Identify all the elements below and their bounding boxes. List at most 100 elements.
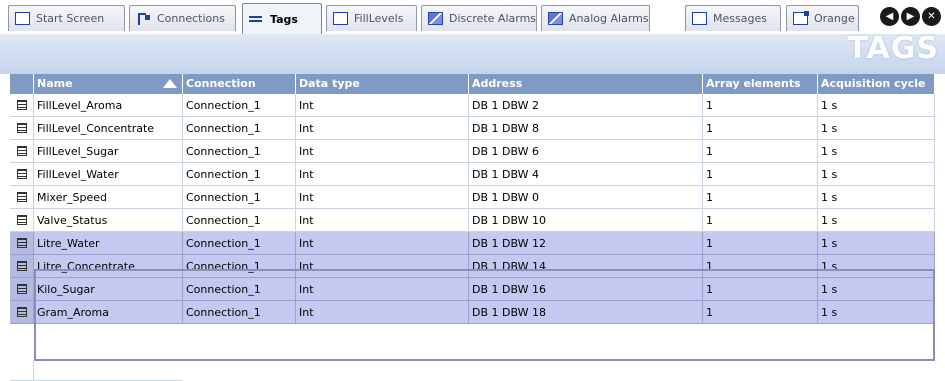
row-header[interactable] <box>10 301 34 324</box>
cell-connection[interactable]: Connection_1 <box>183 117 296 140</box>
cell-array-elements[interactable]: 1 <box>703 117 818 140</box>
cell-acquisition-cycle[interactable]: 1 s <box>818 186 935 209</box>
cell-connection[interactable]: Connection_1 <box>183 301 296 324</box>
column-header-name[interactable]: Name <box>34 74 183 94</box>
cell-address[interactable]: DB 1 DBW 6 <box>469 140 703 163</box>
cell-name[interactable]: FillLevel_Aroma <box>34 94 183 117</box>
cell-data-type[interactable]: Int <box>296 186 469 209</box>
cell-address[interactable]: DB 1 DBW 14 <box>469 255 703 278</box>
table-row[interactable]: FillLevel_Concentrate Connection_1 Int DB 1… <box>10 117 935 140</box>
tab-messages[interactable]: Messages <box>685 5 781 31</box>
cell-connection[interactable]: Connection_1 <box>183 94 296 117</box>
cell-acquisition-cycle[interactable]: 1 s <box>818 163 935 186</box>
cell-connection[interactable]: Connection_1 <box>183 186 296 209</box>
tab-orange[interactable]: Orange <box>786 5 859 31</box>
cell-connection[interactable]: Connection_1 <box>183 209 296 232</box>
scroll-tabs-right-button[interactable]: ▶ <box>901 7 920 26</box>
cell-acquisition-cycle[interactable]: 1 s <box>818 255 935 278</box>
cell-data-type[interactable]: Int <box>296 117 469 140</box>
cell-address[interactable]: DB 1 DBW 0 <box>469 186 703 209</box>
cell-array-elements[interactable]: 1 <box>703 278 818 301</box>
column-header-array-elements[interactable]: Array elements <box>703 74 818 94</box>
tab-start-screen[interactable]: Start Screen <box>8 5 125 31</box>
cell-data-type[interactable]: Int <box>296 94 469 117</box>
tab-discrete-alarms[interactable]: Discrete Alarms <box>421 5 537 31</box>
table-row[interactable]: FillLevel_Aroma Connection_1 Int DB 1 DBW 2… <box>10 94 935 117</box>
cell-connection[interactable]: Connection_1 <box>183 163 296 186</box>
cell-data-type[interactable]: Int <box>296 301 469 324</box>
table-row[interactable]: Litre_Water Connection_1 Int DB 1 DBW 12 1 1 … <box>10 232 935 255</box>
row-header[interactable] <box>10 278 34 301</box>
column-header-address[interactable]: Address <box>469 74 703 94</box>
tab-connections[interactable]: Connections <box>129 5 236 31</box>
row-header[interactable] <box>10 94 34 117</box>
tab-filllevels[interactable]: FillLevels <box>326 5 417 31</box>
table-row[interactable]: Gram_Aroma Connection_1 Int DB 1 DBW 18 1 1 s <box>10 301 935 324</box>
table-row[interactable]: Valve_Status Connection_1 Int DB 1 DBW 10 1 1… <box>10 209 935 232</box>
cell-acquisition-cycle[interactable]: 1 s <box>818 140 935 163</box>
cell-data-type[interactable]: Int <box>296 140 469 163</box>
cell-connection[interactable]: Connection_1 <box>183 255 296 278</box>
row-header[interactable] <box>10 117 34 140</box>
scroll-tabs-left-button[interactable]: ◀ <box>880 7 899 26</box>
column-header-connection[interactable]: Connection <box>183 74 296 94</box>
cell-name[interactable]: Valve_Status <box>34 209 183 232</box>
cell-name[interactable]: FillLevel_Sugar <box>34 140 183 163</box>
row-header[interactable] <box>10 163 34 186</box>
cell-array-elements[interactable]: 1 <box>703 94 818 117</box>
cell-data-type[interactable]: Int <box>296 255 469 278</box>
cell-address[interactable]: DB 1 DBW 4 <box>469 163 703 186</box>
cell-acquisition-cycle[interactable]: 1 s <box>818 232 935 255</box>
table-row[interactable]: Kilo_Sugar Connection_1 Int DB 1 DBW 16 1 1 s <box>10 278 935 301</box>
cell-address[interactable]: DB 1 DBW 12 <box>469 232 703 255</box>
row-header[interactable] <box>10 361 34 381</box>
cell-data-type[interactable]: Int <box>296 163 469 186</box>
cell-array-elements[interactable]: 1 <box>703 232 818 255</box>
table-row[interactable]: Litre_Concentrate Connection_1 Int DB 1 DBW… <box>10 255 935 278</box>
row-header[interactable] <box>10 255 34 278</box>
cell-connection[interactable]: Connection_1 <box>183 140 296 163</box>
tab-analog-alarms[interactable]: Analog Alarms <box>541 5 650 31</box>
cell-acquisition-cycle[interactable]: 1 s <box>818 278 935 301</box>
cell-name[interactable]: Litre_Concentrate <box>34 255 183 278</box>
cell-array-elements[interactable]: 1 <box>703 301 818 324</box>
table-row[interactable]: FillLevel_Water Connection_1 Int DB 1 DBW 4… <box>10 163 935 186</box>
column-header-acquisition-cycle[interactable]: Acquisition cycle <box>818 74 935 94</box>
cell-address[interactable]: DB 1 DBW 16 <box>469 278 703 301</box>
table-row[interactable]: Mixer_Speed Connection_1 Int DB 1 DBW 011 s <box>10 186 935 209</box>
cell-acquisition-cycle[interactable]: 1 s <box>818 209 935 232</box>
cell-data-type[interactable]: Int <box>296 232 469 255</box>
cell-array-elements[interactable]: 1 <box>703 209 818 232</box>
cell-connection[interactable]: Connection_1 <box>183 278 296 301</box>
row-header[interactable] <box>10 232 34 255</box>
table-row[interactable]: FillLevel_Sugar Connection_1 Int DB 1 DBW 6… <box>10 140 935 163</box>
row-header[interactable] <box>10 209 34 232</box>
cell-data-type[interactable]: Int <box>296 278 469 301</box>
cell-acquisition-cycle[interactable]: 1 s <box>818 301 935 324</box>
cell-array-elements[interactable]: 1 <box>703 140 818 163</box>
tab-tags[interactable]: Tags <box>242 3 322 34</box>
cell-acquisition-cycle[interactable]: 1 s <box>818 117 935 140</box>
cell-array-elements[interactable]: 1 <box>703 255 818 278</box>
column-header-data-type[interactable]: Data type <box>296 74 469 94</box>
cell-name[interactable]: Litre_Water <box>34 232 183 255</box>
cell-name[interactable]: Mixer_Speed <box>34 186 183 209</box>
empty-cell[interactable] <box>34 361 183 381</box>
cell-array-elements[interactable]: 1 <box>703 186 818 209</box>
row-header[interactable] <box>10 186 34 209</box>
cell-name[interactable]: Kilo_Sugar <box>34 278 183 301</box>
cell-name[interactable]: Gram_Aroma <box>34 301 183 324</box>
cell-array-elements[interactable]: 1 <box>703 163 818 186</box>
close-editor-button[interactable]: ✕ <box>922 7 941 26</box>
cell-address[interactable]: DB 1 DBW 2 <box>469 94 703 117</box>
cell-address[interactable]: DB 1 DBW 8 <box>469 117 703 140</box>
cell-address[interactable]: DB 1 DBW 18 <box>469 301 703 324</box>
row-header[interactable] <box>10 140 34 163</box>
cell-data-type[interactable]: Int <box>296 209 469 232</box>
new-row[interactable] <box>10 361 935 381</box>
cell-acquisition-cycle[interactable]: 1 s <box>818 94 935 117</box>
cell-connection[interactable]: Connection_1 <box>183 232 296 255</box>
cell-address[interactable]: DB 1 DBW 10 <box>469 209 703 232</box>
cell-name[interactable]: FillLevel_Water <box>34 163 183 186</box>
cell-name[interactable]: FillLevel_Concentrate <box>34 117 183 140</box>
